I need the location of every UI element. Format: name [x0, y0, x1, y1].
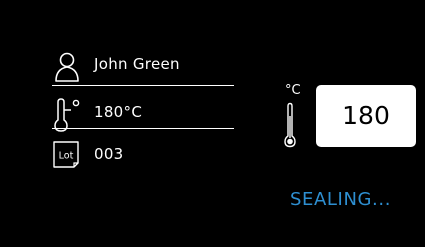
divider: [52, 85, 234, 86]
divider: [52, 128, 234, 129]
status-text: SEALING...: [290, 189, 392, 210]
lot-number: 003: [94, 145, 124, 163]
sealer-screen: John Green 180°C Lot 003 °C 180 SEALING.…: [0, 0, 425, 247]
temperature-row: 180°C: [52, 98, 234, 132]
thermometer-icon: [284, 102, 296, 148]
unit-label: °C: [285, 83, 301, 98]
user-icon: [55, 52, 79, 82]
temperature-value: 180°C: [94, 103, 143, 121]
lot-icon: Lot: [53, 141, 79, 168]
thermometer-degree-icon: [54, 98, 80, 132]
operator-name: John Green: [94, 55, 180, 73]
setpoint-value: 180: [342, 101, 390, 130]
operator-row: John Green: [52, 50, 234, 84]
lot-icon-label: Lot: [59, 151, 74, 162]
temperature-setpoint-button[interactable]: 180: [316, 85, 416, 147]
lot-row: Lot 003: [52, 140, 234, 174]
